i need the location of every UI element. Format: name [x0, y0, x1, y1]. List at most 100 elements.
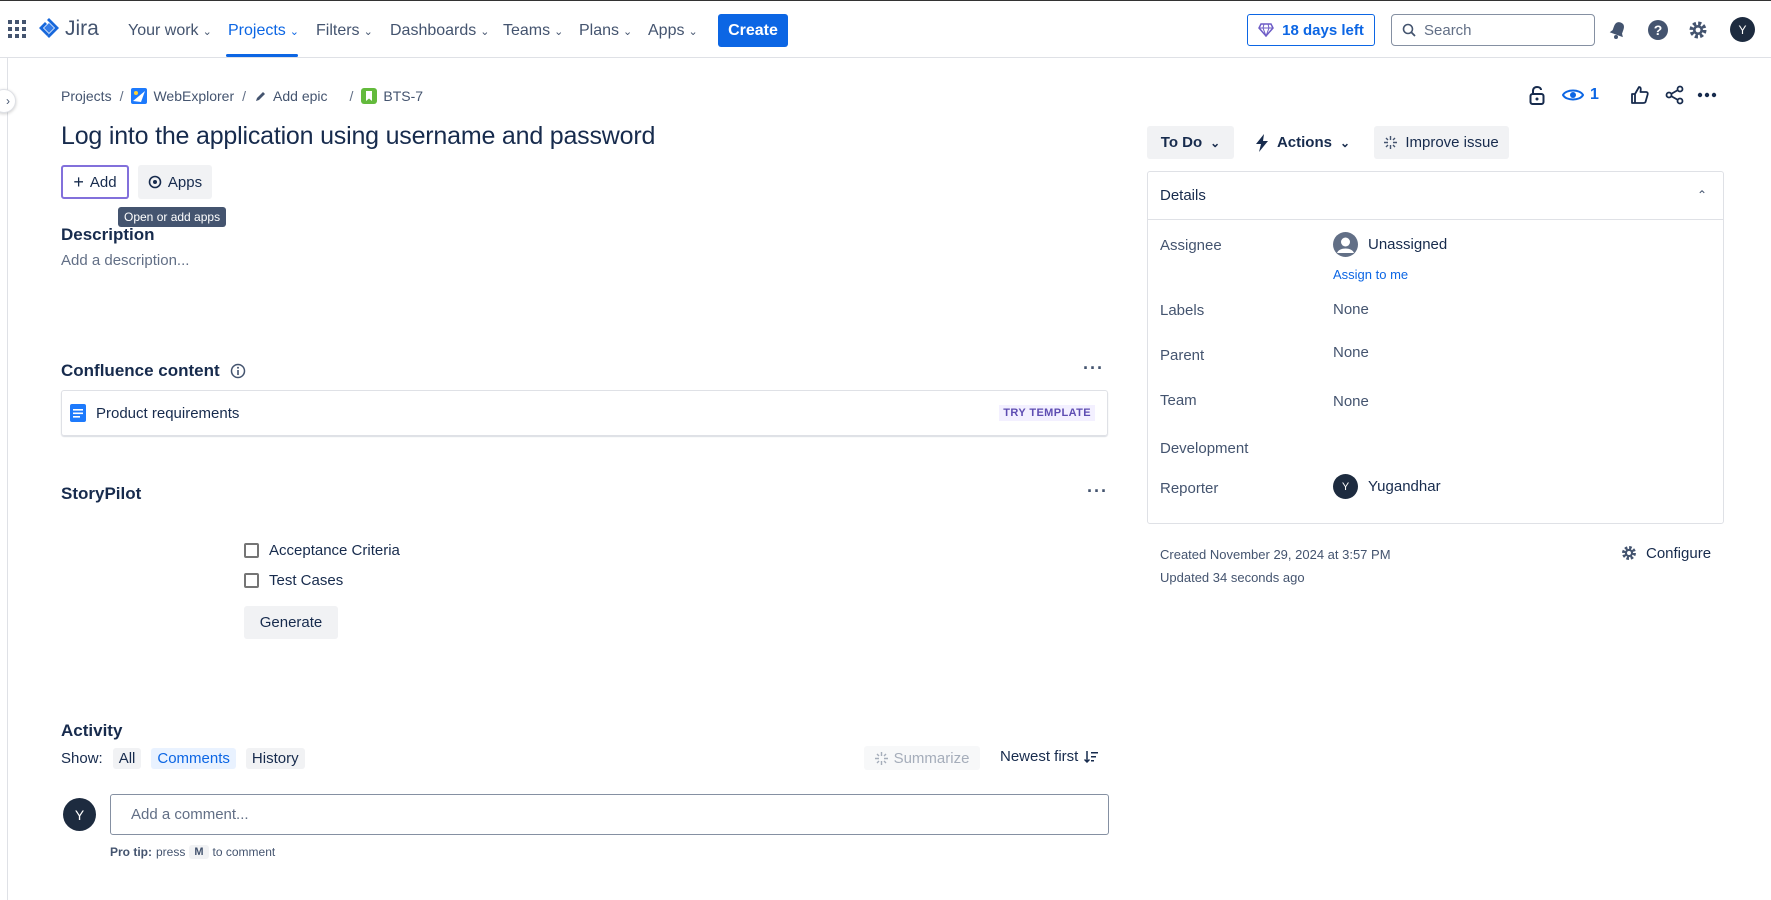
nav-label: Apps [648, 22, 685, 39]
nav-teams[interactable]: Teams ⌄ [503, 21, 563, 41]
issue-title[interactable]: Log into the application using username … [61, 122, 655, 151]
reporter-value[interactable]: Y Yugandhar [1333, 474, 1441, 499]
assign-to-me-link[interactable]: Assign to me [1333, 267, 1408, 282]
chevron-down-icon: ⌄ [363, 25, 373, 38]
svg-text:?: ? [1654, 22, 1663, 38]
filter-all[interactable]: All [112, 747, 142, 769]
lightning-icon [1255, 133, 1268, 152]
settings-gear-icon[interactable] [1686, 18, 1710, 42]
confluence-heading: Confluence content [61, 361, 220, 380]
labels-label: Labels [1160, 302, 1205, 319]
breadcrumb-projects[interactable]: Projects [61, 88, 112, 104]
acceptance-criteria-checkbox[interactable] [244, 543, 259, 558]
development-label: Development [1160, 440, 1249, 457]
info-icon[interactable] [230, 363, 246, 379]
unassigned-avatar-icon [1333, 232, 1358, 257]
test-cases-checkbox[interactable] [244, 573, 259, 588]
nav-dashboards[interactable]: Dashboards ⌄ [390, 21, 490, 41]
configure-button[interactable]: Configure [1620, 544, 1711, 562]
checkbox-label: Acceptance Criteria [269, 542, 400, 559]
project-avatar-icon [131, 88, 148, 104]
activity-filter-row: Show: All Comments History [61, 746, 305, 770]
test-cases-option[interactable]: Test Cases [244, 572, 343, 589]
nav-label: Teams [503, 22, 551, 39]
watch-button[interactable]: 1 [1562, 86, 1599, 104]
like-icon[interactable] [1630, 85, 1650, 105]
breadcrumb-project[interactable]: WebExplorer [131, 88, 234, 104]
breadcrumb-add-epic[interactable]: Add epic [254, 88, 328, 104]
apps-icon [148, 175, 162, 189]
user-avatar[interactable]: Y [1730, 17, 1755, 42]
parent-value[interactable]: None [1333, 344, 1369, 361]
watch-count: 1 [1590, 86, 1599, 103]
pro-tip-press: press [156, 845, 186, 859]
generate-button[interactable]: Generate [244, 606, 338, 639]
confluence-more-icon[interactable]: ··· [1083, 358, 1104, 379]
nav-projects[interactable]: Projects ⌄ [228, 21, 299, 41]
nav-label: Your work [128, 22, 199, 39]
summarize-button[interactable]: Summarize [864, 746, 980, 770]
lock-icon[interactable] [1528, 85, 1546, 105]
confluence-item[interactable]: Product requirements TRY TEMPLATE [61, 390, 1108, 436]
notifications-icon[interactable] [1606, 18, 1630, 42]
nav-filters[interactable]: Filters ⌄ [316, 21, 373, 41]
more-actions-icon[interactable] [1696, 85, 1718, 105]
sparkle-icon [874, 751, 888, 765]
jira-logo-icon [39, 18, 59, 38]
pencil-icon [256, 91, 266, 101]
status-dropdown[interactable]: To Do ⌄ [1147, 126, 1234, 159]
add-button[interactable]: + Add [61, 165, 129, 199]
help-icon[interactable]: ? [1646, 18, 1670, 42]
pro-tip-rest: to comment [212, 845, 276, 859]
share-icon[interactable] [1665, 85, 1685, 105]
create-button[interactable]: Create [718, 14, 788, 47]
nav-label: Plans [579, 22, 620, 39]
team-value[interactable]: None [1333, 393, 1369, 410]
story-icon [361, 88, 378, 104]
trial-button[interactable]: 18 days left [1247, 14, 1375, 46]
details-header[interactable]: Details ⌃ [1148, 172, 1723, 220]
app-switcher-icon[interactable] [8, 20, 26, 38]
description-field[interactable]: Add a description... [61, 252, 189, 269]
nav-apps[interactable]: Apps ⌄ [648, 21, 698, 41]
issue-timestamps: Created November 29, 2024 at 3:57 PM Upd… [1160, 543, 1391, 589]
left-rail [0, 58, 8, 900]
commenter-avatar: Y [63, 798, 96, 831]
details-panel: Details ⌃ Assignee Unassigned Assign to … [1147, 171, 1724, 524]
sort-order-button[interactable]: Newest first [1000, 748, 1099, 765]
breadcrumb-separator: / [349, 88, 354, 104]
top-navigation: Jira Your work ⌄ Projects ⌄ Filters ⌄ Dashb… [0, 0, 1771, 58]
chevron-down-icon: ⌄ [554, 25, 564, 38]
filter-comments[interactable]: Comments [151, 747, 236, 769]
expand-sidebar-button[interactable]: › [0, 89, 16, 113]
gem-icon [1258, 23, 1275, 37]
search-input[interactable]: Search [1391, 14, 1595, 46]
summarize-label: Summarize [893, 749, 970, 767]
filter-history[interactable]: History [245, 747, 305, 769]
sort-label: Newest first [1000, 748, 1079, 765]
chevron-right-icon: › [6, 94, 10, 108]
chevron-down-icon: ⌄ [202, 25, 212, 38]
apps-button[interactable]: Apps [138, 165, 212, 199]
document-icon [70, 404, 86, 422]
assignee-value[interactable]: Unassigned [1333, 232, 1447, 257]
storypilot-heading: StoryPilot [61, 484, 142, 503]
details-heading: Details [1160, 187, 1206, 204]
nav-plans[interactable]: Plans ⌄ [579, 21, 632, 41]
chevron-down-icon: ⌄ [688, 25, 698, 38]
breadcrumb: Projects / WebExplorer / Add epic / BTS-… [61, 86, 423, 106]
comment-input[interactable]: Add a comment... [110, 794, 1109, 835]
improve-issue-button[interactable]: Improve issue [1374, 126, 1509, 159]
acceptance-criteria-option[interactable]: Acceptance Criteria [244, 542, 400, 559]
storypilot-more-icon[interactable]: ··· [1087, 481, 1108, 502]
breadcrumb-issue[interactable]: BTS-7 [361, 88, 423, 104]
labels-value[interactable]: None [1333, 301, 1369, 318]
sparkle-icon [1384, 136, 1398, 149]
nav-your-work[interactable]: Your work ⌄ [128, 21, 212, 41]
gear-icon [1622, 546, 1636, 560]
actions-dropdown[interactable]: Actions ⌄ [1250, 126, 1355, 159]
chevron-down-icon: ⌄ [1210, 135, 1221, 150]
try-template-badge[interactable]: TRY TEMPLATE [999, 405, 1095, 421]
jira-logo[interactable]: Jira [38, 17, 99, 41]
chevron-up-icon[interactable]: ⌃ [1697, 188, 1707, 202]
